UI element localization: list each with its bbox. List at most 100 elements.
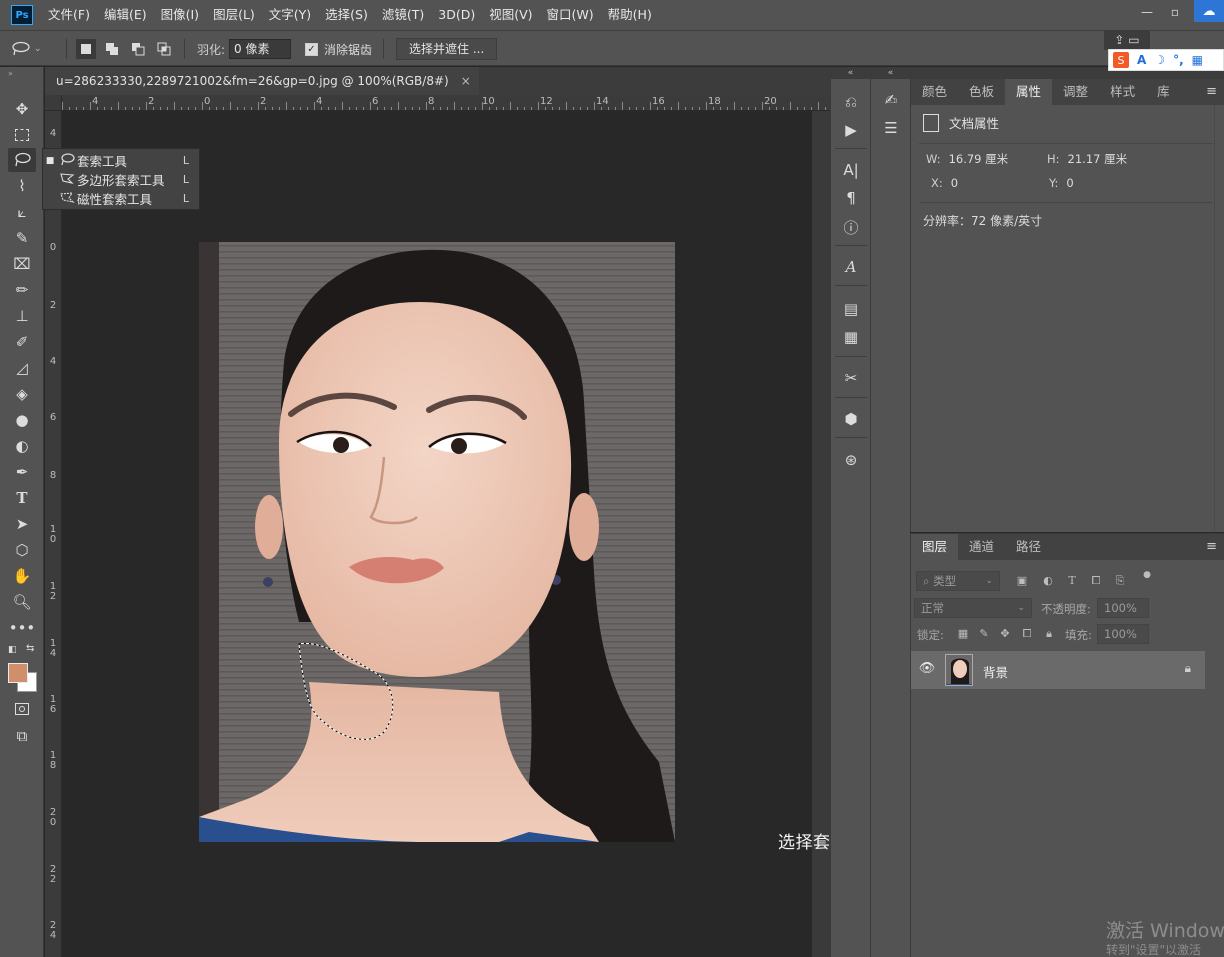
lock-all-icon[interactable]: 🔒︎ xyxy=(1042,627,1056,641)
character-panel-icon[interactable]: A| xyxy=(840,159,862,181)
flyout-item-lasso[interactable]: ■ 套索工具 L xyxy=(43,151,199,170)
tab-swatches[interactable]: 色板 xyxy=(958,79,1005,105)
cloud-sync-icon[interactable]: ☁ xyxy=(1194,0,1224,22)
tab-paths[interactable]: 路径 xyxy=(1005,534,1052,560)
flyout-item-polygonal-lasso[interactable]: 多边形套索工具 L xyxy=(43,170,199,189)
menu-view[interactable]: 视图(V) xyxy=(482,0,539,30)
default-colors-icon[interactable]: ◧ xyxy=(8,645,17,655)
panel-menu-icon[interactable]: ≡ xyxy=(1206,534,1217,560)
tab-layers[interactable]: 图层 xyxy=(911,534,959,560)
lock-transparency-icon[interactable]: ▦ xyxy=(956,627,970,640)
ruler-origin[interactable] xyxy=(45,95,62,111)
filter-pixel-icon[interactable]: ▣ xyxy=(1015,574,1029,587)
lock-position-icon[interactable]: ✥ xyxy=(998,627,1012,640)
horizontal-ruler[interactable]: 4 2 0 2 4 6 8 10 12 14 16 18 20 xyxy=(62,95,830,111)
lock-pixels-icon[interactable]: ✎ xyxy=(977,627,991,640)
menu-filter[interactable]: 滤镜(T) xyxy=(375,0,431,30)
filter-shape-icon[interactable]: ⧠ xyxy=(1089,574,1103,588)
close-tab-icon[interactable]: × xyxy=(461,74,471,88)
properties-scrollbar[interactable] xyxy=(1214,105,1224,532)
quick-mask-icon[interactable] xyxy=(8,697,36,721)
tool-presets-icon[interactable]: ✂ xyxy=(840,367,862,389)
menu-3d[interactable]: 3D(D) xyxy=(431,0,482,30)
more-tools-icon[interactable]: ••• xyxy=(8,616,36,640)
quick-selection-tool-icon[interactable]: ⌇ xyxy=(8,174,36,198)
opacity-input[interactable]: 100%⌄ xyxy=(1097,598,1149,631)
moon-icon[interactable]: ☽ xyxy=(1154,53,1165,67)
menu-layer[interactable]: 图层(L) xyxy=(206,0,262,30)
brush-settings-icon[interactable]: ✍ xyxy=(880,89,902,111)
shape-tool-icon[interactable]: ⬡ xyxy=(8,538,36,562)
actions-panel-icon[interactable]: ▶ xyxy=(840,119,862,141)
fill-input[interactable]: 100%⌄ xyxy=(1097,624,1149,657)
marquee-tool-icon[interactable] xyxy=(8,123,36,147)
crop-tool-icon[interactable]: ⟀ xyxy=(8,200,36,224)
width-value[interactable]: 16.79 厘米 xyxy=(949,152,1009,166)
filter-toggle-icon[interactable]: ● xyxy=(1140,570,1154,580)
layer-filter-select[interactable]: ⌕ 类型 ⌄ xyxy=(916,571,1000,591)
lock-icon[interactable]: 🔒︎ xyxy=(1185,661,1191,676)
tab-properties[interactable]: 属性 xyxy=(1005,79,1053,105)
ime-logo-icon[interactable]: S xyxy=(1113,52,1129,68)
blend-mode-select[interactable]: 正常 ⌄ xyxy=(914,598,1032,618)
measurement-panel-icon[interactable]: ⊛ xyxy=(840,449,862,471)
flyout-item-magnetic-lasso[interactable]: 磁性套索工具 L xyxy=(43,189,199,208)
minimize-button[interactable]: — xyxy=(1138,4,1156,20)
height-value[interactable]: 21.17 厘米 xyxy=(1068,152,1128,166)
brush-tool-icon[interactable]: ✏ xyxy=(8,278,36,302)
eraser-tool-icon[interactable]: ◿ xyxy=(8,356,36,380)
menu-select[interactable]: 选择(S) xyxy=(318,0,375,30)
swap-colors-icon[interactable]: ⇆ xyxy=(26,643,34,654)
eyedropper-tool-icon[interactable]: ✎ xyxy=(8,226,36,250)
pen-tool-icon[interactable]: ✒ xyxy=(8,460,36,484)
foreground-color-swatch[interactable] xyxy=(8,663,28,683)
tab-libraries[interactable]: 库 xyxy=(1146,79,1181,105)
menu-help[interactable]: 帮助(H) xyxy=(601,0,659,30)
antialias-checkbox[interactable]: ✓ xyxy=(305,42,318,56)
document-tab[interactable]: u=286233330,2289721002&fm=26&gp=0.jpg @ … xyxy=(45,67,479,95)
x-value[interactable]: 0 xyxy=(951,176,958,190)
collapse-dock-icon[interactable]: « xyxy=(831,67,870,79)
panel-menu-icon[interactable]: ≡ xyxy=(1206,79,1217,105)
share-icon[interactable]: ⇪ ▭ xyxy=(1104,30,1150,50)
move-tool-icon[interactable]: ✥ xyxy=(8,97,36,121)
layers-scrollbar[interactable] xyxy=(1208,562,1224,957)
hand-tool-icon[interactable]: ✋ xyxy=(8,564,36,588)
ime-english-mode[interactable]: A xyxy=(1137,53,1146,67)
add-to-selection-icon[interactable] xyxy=(102,39,122,59)
subtract-from-selection-icon[interactable] xyxy=(128,39,148,59)
filter-adjustment-icon[interactable]: ◐ xyxy=(1041,574,1055,587)
layer-name[interactable]: 背景 xyxy=(983,662,1008,681)
dodge-tool-icon[interactable]: ◐ xyxy=(8,434,36,458)
vertical-ruler[interactable]: 42024681012141618202224 xyxy=(45,95,62,957)
path-selection-tool-icon[interactable]: ➤ xyxy=(8,512,36,536)
history-brush-tool-icon[interactable]: ✐ xyxy=(8,330,36,354)
collapse-dock-icon[interactable]: « xyxy=(871,67,910,79)
notes-panel-icon[interactable]: ▦ xyxy=(840,326,862,348)
restore-button[interactable]: ▫ xyxy=(1166,4,1184,20)
lock-artboard-icon[interactable]: ⧠ xyxy=(1020,627,1034,641)
type-tool-icon[interactable]: T xyxy=(8,486,36,510)
layer-row[interactable]: 👁︎ 背景 🔒︎ xyxy=(911,651,1205,689)
zoom-tool-icon[interactable]: 🔍︎ xyxy=(8,590,36,614)
feather-input[interactable]: 0 像素 xyxy=(229,39,292,59)
adjustment-sliders-icon[interactable]: ☰ xyxy=(880,117,902,139)
clone-stamp-tool-icon[interactable]: ⊥ xyxy=(8,304,36,328)
tab-color[interactable]: 颜色 xyxy=(911,79,958,105)
menu-edit[interactable]: 编辑(E) xyxy=(97,0,154,30)
healing-brush-tool-icon[interactable]: ⌧ xyxy=(8,252,36,276)
filter-type-icon[interactable]: T xyxy=(1065,574,1079,587)
menu-window[interactable]: 窗口(W) xyxy=(540,0,601,30)
keyboard-icon[interactable]: ▦ xyxy=(1192,53,1203,67)
menu-file[interactable]: 文件(F) xyxy=(41,0,97,30)
tool-preset-picker[interactable]: ⌄ xyxy=(10,31,42,67)
properties-doc-icon[interactable]: ▤ xyxy=(840,298,862,320)
screen-mode-icon[interactable]: ⧉ xyxy=(8,724,36,748)
visibility-eye-icon[interactable]: 👁︎ xyxy=(917,661,937,676)
menu-image[interactable]: 图像(I) xyxy=(154,0,206,30)
history-panel-icon[interactable]: ⎌ xyxy=(840,91,862,113)
tab-adjustments[interactable]: 调整 xyxy=(1052,79,1099,105)
filter-smart-object-icon[interactable]: ⎘ xyxy=(1113,574,1127,588)
canvas-photo[interactable] xyxy=(199,242,675,842)
tab-channels[interactable]: 通道 xyxy=(958,534,1005,560)
